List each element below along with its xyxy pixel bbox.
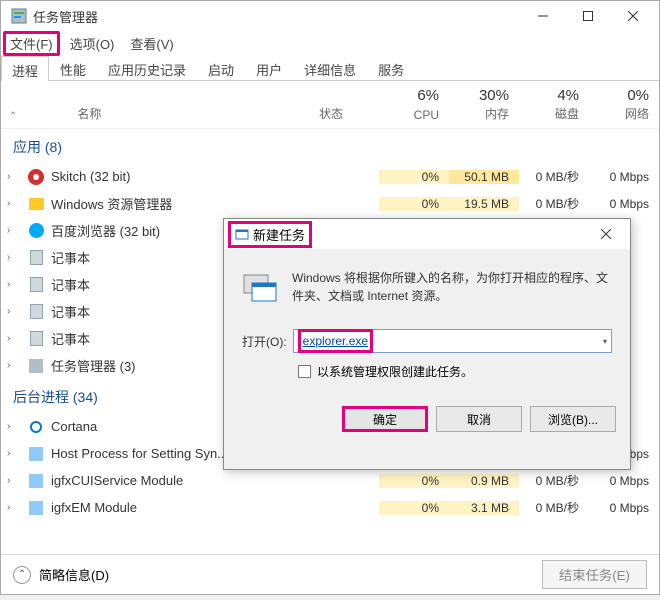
process-name: Windows 资源管理器 [51, 194, 379, 213]
memory-cell: 50.1 MB [449, 170, 519, 184]
chevron-right-icon[interactable]: › [7, 475, 21, 486]
close-button[interactable] [610, 1, 655, 31]
open-value: explorer.exe [303, 334, 368, 348]
chevron-right-icon[interactable]: › [7, 171, 21, 182]
chevron-right-icon[interactable]: › [7, 225, 21, 236]
disk-cell: 0 MB/秒 [519, 195, 589, 212]
chevron-right-icon[interactable]: › [7, 333, 21, 344]
folder-icon [27, 195, 45, 213]
igfx-icon [27, 499, 45, 517]
process-row[interactable]: › Skitch (32 bit) 0% 50.1 MB 0 MB/秒 0 Mb… [1, 163, 659, 190]
tab-services[interactable]: 服务 [367, 55, 415, 80]
group-apps: 应用 (8) [1, 129, 659, 163]
chevron-right-icon[interactable]: › [7, 279, 21, 290]
header-name[interactable]: 名称 [77, 105, 101, 122]
column-headers: ⌃ 名称 状态 6%CPU 30%内存 4%磁盘 0%网络 [1, 81, 659, 129]
chevron-right-icon[interactable]: › [7, 252, 21, 263]
window-title: 任务管理器 [33, 7, 520, 26]
chevron-right-icon[interactable]: › [7, 448, 21, 459]
process-row[interactable]: › igfxEM Module 0% 3.1 MB 0 MB/秒 0 Mbps [1, 494, 659, 521]
network-cell: 0 Mbps [589, 501, 659, 515]
memory-cell: 19.5 MB [449, 197, 519, 211]
network-cell: 0 Mbps [589, 170, 659, 184]
fewer-details-icon[interactable]: ⌃ [13, 566, 31, 584]
chevron-right-icon[interactable]: › [7, 306, 21, 317]
host-icon [27, 445, 45, 463]
open-label: 打开(O): [242, 333, 287, 350]
tab-processes[interactable]: 进程 [1, 56, 49, 81]
process-name: igfxEM Module [51, 500, 379, 515]
cpu-cell: 0% [379, 197, 449, 211]
chevron-down-icon[interactable]: ▾ [603, 337, 607, 346]
chevron-right-icon[interactable]: › [7, 421, 21, 432]
disk-cell: 0 MB/秒 [519, 472, 589, 489]
menubar: 文件(F) 选项(O) 查看(V) [1, 31, 659, 55]
dialog-close-button[interactable] [586, 220, 626, 248]
header-disk[interactable]: 4%磁盘 [519, 81, 589, 128]
app-icon [11, 8, 27, 24]
chevron-right-icon[interactable]: › [7, 502, 21, 513]
process-row[interactable]: › Windows 资源管理器 0% 19.5 MB 0 MB/秒 0 Mbps [1, 190, 659, 217]
admin-checkbox[interactable] [298, 365, 311, 378]
cancel-button[interactable]: 取消 [436, 406, 522, 432]
baidu-icon [27, 222, 45, 240]
chevron-right-icon[interactable]: › [7, 198, 21, 209]
header-network[interactable]: 0%网络 [589, 81, 659, 128]
tab-users[interactable]: 用户 [245, 55, 293, 80]
expand-all-icon[interactable]: ⌃ [9, 111, 17, 122]
menu-file[interactable]: 文件(F) [3, 31, 60, 56]
header-status[interactable]: 状态 [319, 105, 343, 122]
network-cell: 0 Mbps [589, 197, 659, 211]
notepad-icon [27, 276, 45, 294]
cpu-cell: 0% [379, 170, 449, 184]
igfx-icon [27, 472, 45, 490]
titlebar: 任务管理器 [1, 1, 659, 31]
dialog-message: Windows 将根据你所键入的名称，为你打开相应的程序、文件夹、文档或 Int… [292, 269, 612, 305]
tab-startup[interactable]: 启动 [197, 55, 245, 80]
admin-checkbox-label: 以系统管理权限创建此任务。 [317, 363, 473, 380]
header-cpu[interactable]: 6%CPU [379, 81, 449, 128]
taskmgr-icon [27, 357, 45, 375]
tab-performance[interactable]: 性能 [49, 55, 97, 80]
open-combobox[interactable]: explorer.exe ▾ [293, 329, 612, 353]
maximize-button[interactable] [565, 1, 610, 31]
footer: ⌃ 简略信息(D) 结束任务(E) [1, 554, 659, 594]
notepad-icon [27, 249, 45, 267]
memory-cell: 0.9 MB [449, 474, 519, 488]
tab-history[interactable]: 应用历史记录 [97, 55, 197, 80]
dialog-icon [235, 227, 249, 241]
tabs: 进程 性能 应用历史记录 启动 用户 详细信息 服务 [1, 55, 659, 81]
fewer-details-label[interactable]: 简略信息(D) [39, 565, 109, 584]
end-task-button[interactable]: 结束任务(E) [542, 560, 647, 589]
notepad-icon [27, 303, 45, 321]
cpu-cell: 0% [379, 501, 449, 515]
cpu-cell: 0% [379, 474, 449, 488]
chevron-right-icon[interactable]: › [7, 360, 21, 371]
process-row[interactable]: › igfxCUIService Module 0% 0.9 MB 0 MB/秒… [1, 467, 659, 494]
run-icon [242, 269, 278, 305]
header-memory[interactable]: 30%内存 [449, 81, 519, 128]
tab-details[interactable]: 详细信息 [293, 55, 367, 80]
process-name: igfxCUIService Module [51, 473, 379, 488]
minimize-button[interactable] [520, 1, 565, 31]
network-cell: 0 Mbps [589, 474, 659, 488]
disk-cell: 0 MB/秒 [519, 499, 589, 516]
cortana-icon [27, 418, 45, 436]
disk-cell: 0 MB/秒 [519, 168, 589, 185]
browse-button[interactable]: 浏览(B)... [530, 406, 616, 432]
menu-view[interactable]: 查看(V) [124, 32, 179, 55]
skitch-icon [27, 168, 45, 186]
menu-options[interactable]: 选项(O) [64, 32, 121, 55]
dialog-title: 新建任务 [253, 225, 305, 244]
dialog-titlebar: 新建任务 [224, 219, 630, 249]
run-dialog: 新建任务 Windows 将根据你所键入的名称，为你打开相应的程序、文件夹、文档… [223, 218, 631, 470]
ok-button[interactable]: 确定 [342, 406, 428, 432]
memory-cell: 3.1 MB [449, 501, 519, 515]
process-name: Skitch (32 bit) [51, 169, 379, 184]
notepad-icon [27, 330, 45, 348]
